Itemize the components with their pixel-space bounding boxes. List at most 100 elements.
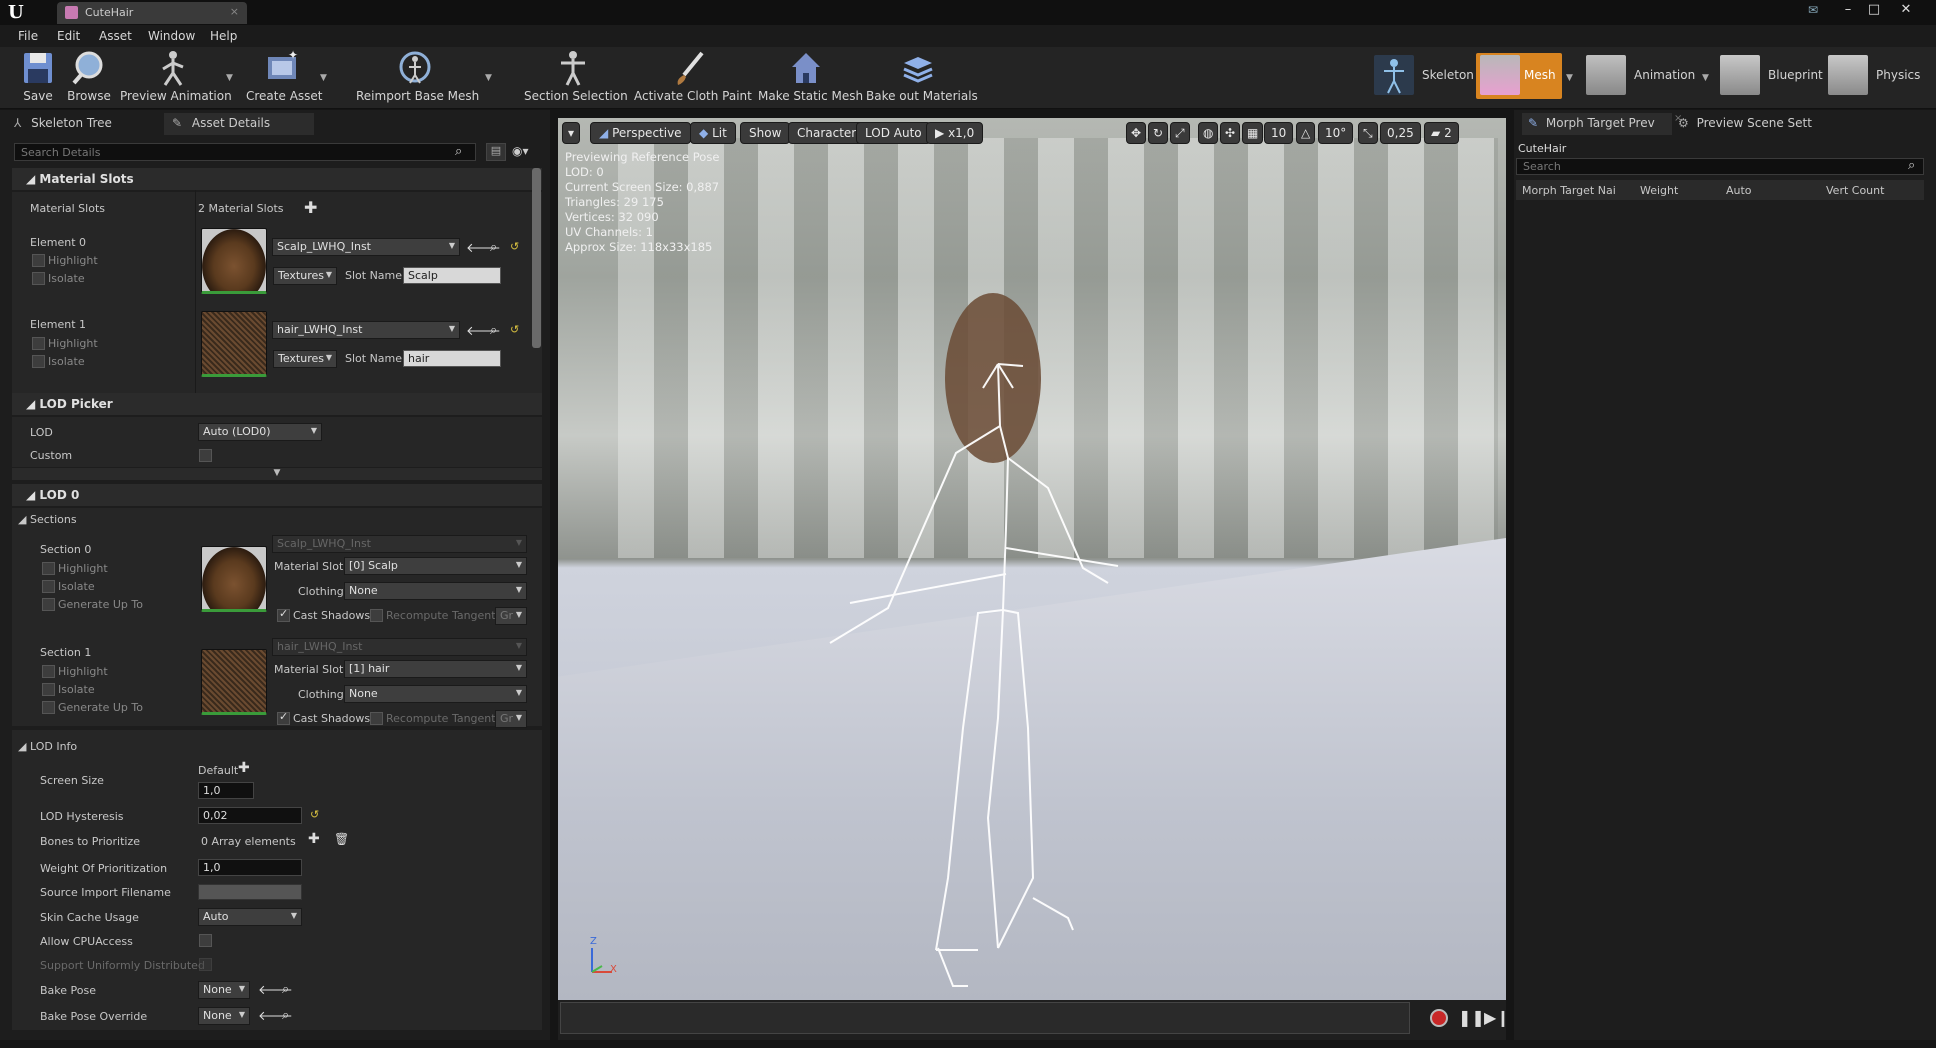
save-button[interactable]: Save: [14, 49, 62, 107]
perspective-button[interactable]: ◢ Perspective: [590, 122, 691, 144]
scale-icon[interactable]: ⤢: [1170, 122, 1190, 144]
element-0-slot-name-input[interactable]: Scalp: [403, 267, 501, 284]
browse-button[interactable]: Browse: [64, 49, 114, 107]
rotate-icon[interactable]: ↻: [1148, 122, 1169, 144]
animation-mode-button[interactable]: Animation: [1586, 53, 1704, 99]
create-asset-dropdown-icon[interactable]: ▼: [320, 73, 327, 83]
hair-material-thumbnail[interactable]: [201, 311, 267, 377]
section-0-material-thumbnail[interactable]: [201, 546, 267, 612]
tab-skeleton-tree[interactable]: ⅄ Skeleton Tree: [14, 116, 154, 138]
section-0-highlight-checkbox[interactable]: [42, 562, 55, 575]
lod-hysteresis-input[interactable]: 0,02: [198, 807, 302, 824]
column-header[interactable]: Auto: [1726, 184, 1752, 197]
menu-edit[interactable]: Edit: [57, 29, 80, 43]
close-tab-icon[interactable]: ×: [230, 5, 239, 18]
browse-magnifier-icon[interactable]: ⌕: [282, 1008, 289, 1023]
show-button[interactable]: Show: [740, 122, 791, 144]
element-0-isolate-checkbox[interactable]: [32, 272, 45, 285]
reset-to-default-icon[interactable]: ↺: [310, 808, 319, 821]
section-0-cast-shadows-checkbox[interactable]: [277, 607, 290, 622]
reset-to-default-icon[interactable]: ↺: [510, 240, 519, 253]
section-selection-button[interactable]: Section Selection: [524, 49, 628, 107]
make-static-mesh-button[interactable]: Make Static Mesh: [758, 49, 863, 107]
column-header[interactable]: Vert Count: [1826, 184, 1884, 197]
add-platform-override-icon[interactable]: ✚: [238, 760, 250, 776]
section-1-material-slot-dropdown[interactable]: [1] hair ▼: [344, 660, 527, 678]
element-0-material-combo[interactable]: Scalp_LWHQ_Inst ▼: [272, 238, 460, 256]
custom-checkbox[interactable]: [199, 449, 212, 462]
sections-header[interactable]: ◢ Sections: [18, 513, 77, 526]
section-1-generate-up-to-checkbox[interactable]: [42, 701, 55, 714]
details-scrollbar[interactable]: [532, 168, 541, 348]
section-1-material-thumbnail[interactable]: [201, 649, 267, 715]
grid-size-value[interactable]: 10: [1264, 122, 1294, 144]
section-1-cast-shadows-checkbox[interactable]: [277, 710, 290, 725]
element-1-slot-name-input[interactable]: hair: [403, 350, 501, 367]
scale-snap-icon[interactable]: ⤡: [1358, 122, 1378, 144]
physics-mode-button[interactable]: Physics: [1828, 53, 1928, 99]
playback-speed-button[interactable]: ▶ x1,0: [926, 122, 984, 144]
record-button[interactable]: [1430, 1009, 1448, 1027]
section-1-clothing-dropdown[interactable]: None ▼: [344, 685, 527, 703]
bake-pose-dropdown[interactable]: None ▼: [198, 981, 250, 999]
blueprint-mode-button[interactable]: Blueprint: [1720, 53, 1823, 99]
section-0-clothing-dropdown[interactable]: None ▼: [344, 582, 527, 600]
scalp-material-thumbnail[interactable]: [201, 228, 267, 294]
scale-snap-value[interactable]: 0,25: [1380, 122, 1421, 144]
timeline-scrubber[interactable]: [560, 1002, 1410, 1034]
section-0-material-slot-dropdown[interactable]: [0] Scalp ▼: [344, 557, 527, 575]
section-0-material-combo[interactable]: Scalp_LWHQ_Inst ▼: [272, 535, 527, 553]
viewport-options-dropdown[interactable]: ▾: [562, 122, 581, 144]
menu-asset[interactable]: Asset: [99, 29, 132, 43]
pause-button[interactable]: ❚❚: [1458, 1008, 1485, 1027]
minimize-button[interactable]: –: [1836, 2, 1860, 20]
lod-info-header[interactable]: ◢ LOD Info: [18, 740, 77, 753]
maximize-button[interactable]: □: [1862, 2, 1886, 20]
column-header[interactable]: Morph Target Nai: [1522, 184, 1616, 197]
allow-cpu-access-checkbox[interactable]: [199, 934, 212, 947]
weight-of-prioritization-input[interactable]: 1,0: [198, 859, 302, 876]
reimport-base-mesh-button[interactable]: Reimport Base Mesh: [356, 49, 479, 107]
angle-snap-value[interactable]: 10°: [1318, 122, 1354, 144]
preview-animation-button[interactable]: Preview Animation: [120, 49, 232, 107]
section-1-material-combo[interactable]: hair_LWHQ_Inst ▼: [272, 638, 527, 656]
element-0-textures-dropdown[interactable]: Textures ▼: [273, 267, 337, 285]
lod-picker-header[interactable]: ◢ LOD Picker: [12, 393, 542, 415]
mesh-mode-button[interactable]: Mesh: [1476, 53, 1562, 99]
reset-to-default-icon[interactable]: ↺: [510, 323, 519, 336]
property-matrix-icon[interactable]: ▤: [486, 143, 506, 161]
browse-magnifier-icon[interactable]: ⌕: [490, 240, 497, 255]
section-1-highlight-checkbox[interactable]: [42, 665, 55, 678]
morph-search-input[interactable]: Search: [1516, 158, 1924, 175]
expand-advanced-icon[interactable]: ▼: [12, 468, 542, 480]
skin-cache-usage-dropdown[interactable]: Auto ▼: [198, 908, 302, 926]
visibility-eye-icon[interactable]: ◉▾: [512, 144, 529, 158]
skeleton-mode-button[interactable]: Skeleton: [1374, 53, 1474, 99]
section-0-tangent-channel-dropdown[interactable]: Gr ▼: [495, 607, 527, 625]
tab-morph-target-preview[interactable]: ✎ Morph Target Prev: [1522, 113, 1672, 135]
add-element-icon[interactable]: ✚: [308, 831, 320, 847]
translate-icon[interactable]: ✥: [1126, 122, 1147, 144]
section-1-isolate-checkbox[interactable]: [42, 683, 55, 696]
character-button[interactable]: Character: [788, 122, 866, 144]
lod0-header[interactable]: ◢ LOD 0: [12, 484, 542, 506]
create-asset-button[interactable]: ✦ Create Asset: [246, 48, 323, 107]
search-details-input[interactable]: Search Details: [14, 143, 476, 161]
grid-snap-icon[interactable]: ▦: [1242, 122, 1264, 144]
element-1-material-combo[interactable]: hair_LWHQ_Inst ▼: [272, 321, 460, 339]
lit-button[interactable]: ◆ Lit: [690, 122, 736, 144]
step-forward-button[interactable]: ▶❙: [1484, 1008, 1510, 1027]
activate-cloth-paint-button[interactable]: Activate Cloth Paint: [634, 49, 752, 107]
angle-snap-icon[interactable]: △: [1296, 122, 1316, 144]
section-1-tangent-channel-dropdown[interactable]: Gr ▼: [495, 710, 527, 728]
mesh-mode-dropdown-icon[interactable]: ▼: [1566, 73, 1573, 83]
browse-magnifier-icon[interactable]: ⌕: [490, 323, 497, 338]
camera-speed-button[interactable]: ▰ 2: [1424, 122, 1459, 144]
section-0-generate-up-to-checkbox[interactable]: [42, 598, 55, 611]
menu-file[interactable]: File: [18, 29, 38, 43]
bake-out-materials-button[interactable]: Bake out Materials: [866, 49, 978, 107]
element-1-isolate-checkbox[interactable]: [32, 355, 45, 368]
menu-help[interactable]: Help: [210, 29, 237, 43]
element-0-highlight-checkbox[interactable]: [32, 254, 45, 267]
browse-magnifier-icon[interactable]: ⌕: [282, 982, 289, 997]
